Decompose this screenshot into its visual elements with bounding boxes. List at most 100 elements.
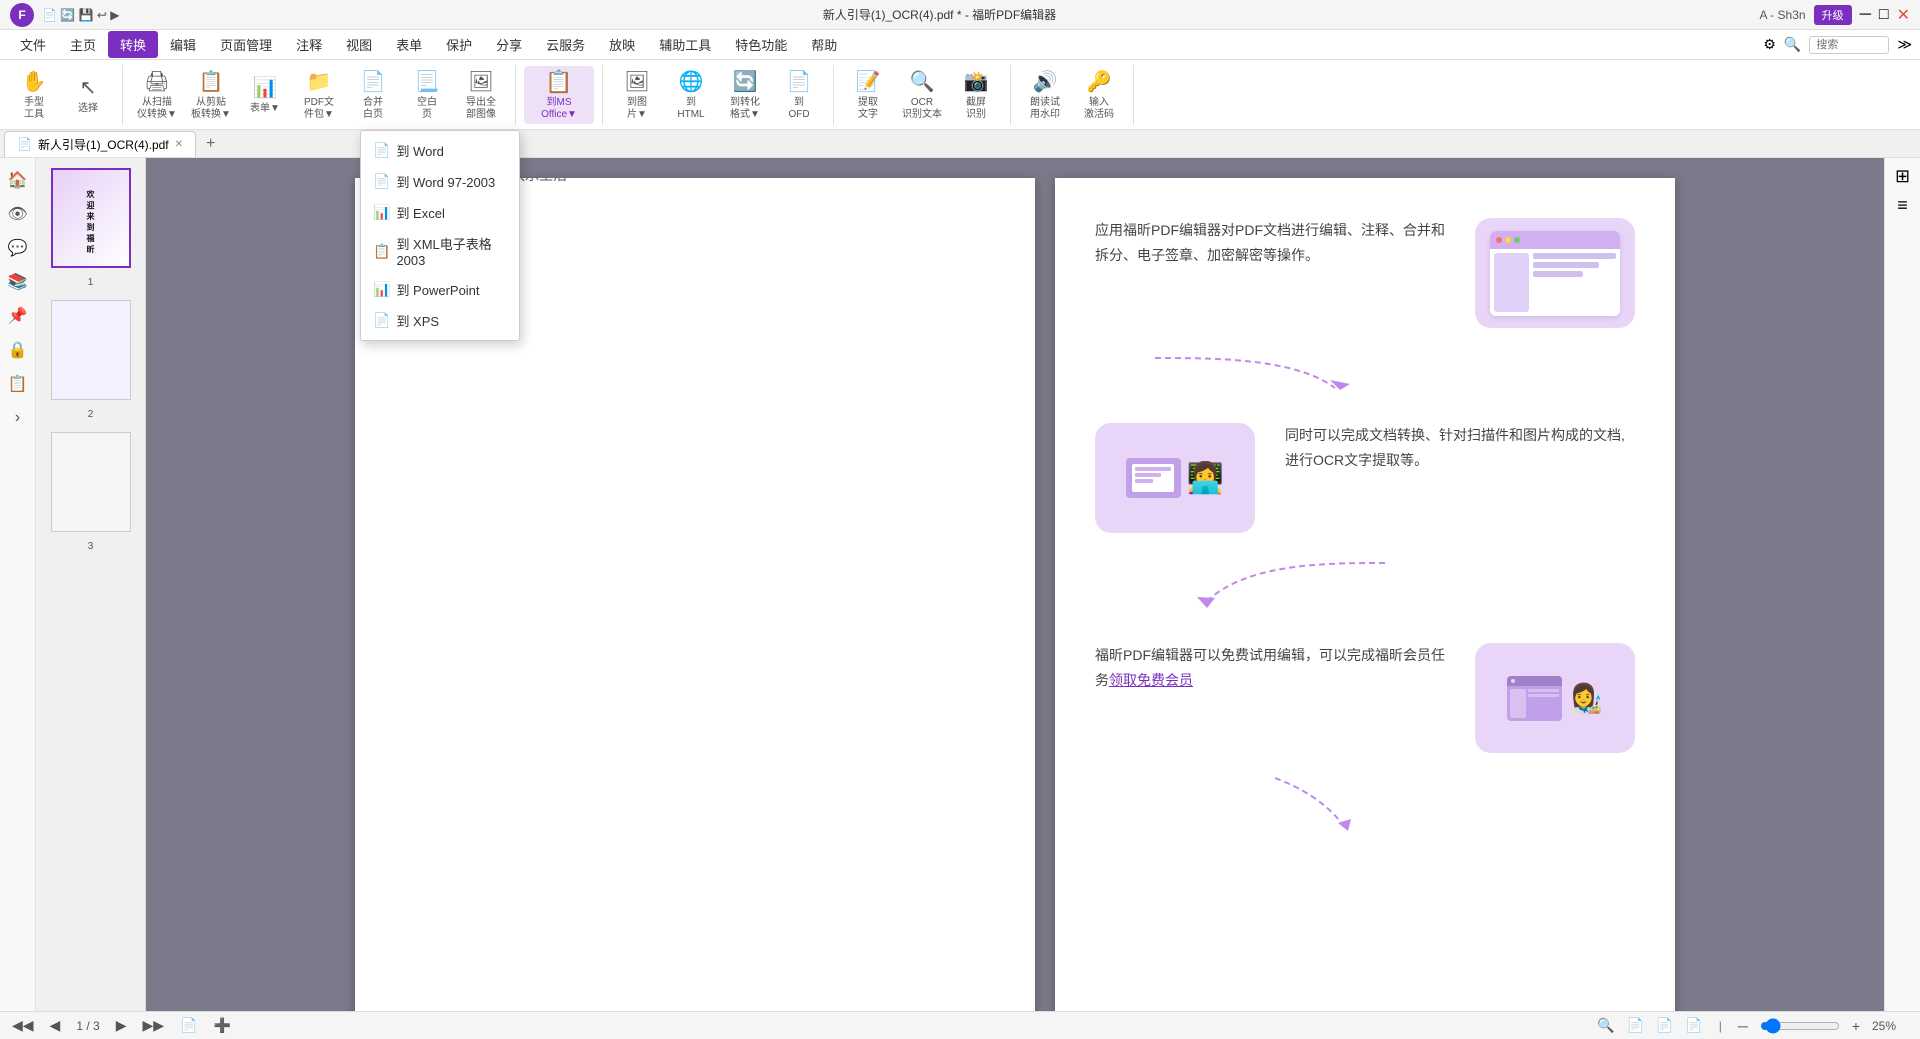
to-ofd-button[interactable]: 📄 到OFD xyxy=(773,66,825,124)
screenshot-ocr-button[interactable]: 📸 截屏识别 xyxy=(950,66,1002,124)
arrow-1 xyxy=(1135,348,1635,408)
ocr-icon: 🔍 xyxy=(910,69,935,94)
menu-page-mgmt[interactable]: 页面管理 xyxy=(208,31,284,58)
menu-cloud[interactable]: 云服务 xyxy=(534,31,597,58)
nav-last-button[interactable]: ▶▶ xyxy=(142,1017,164,1034)
menu-tools[interactable]: 辅助工具 xyxy=(647,31,723,58)
feature-1-illustration xyxy=(1475,218,1635,328)
merge-button[interactable]: 📄 合并白页 xyxy=(347,66,399,124)
to-excel-item[interactable]: 📊 到 Excel xyxy=(361,197,519,228)
scan-convert-button[interactable]: 🖨 从扫描仪转换▼ xyxy=(131,66,183,124)
menu-protect[interactable]: 保护 xyxy=(434,31,484,58)
nav-next-button[interactable]: ▶ xyxy=(116,1017,127,1034)
tab-bar: 📄 新人引导(1)_OCR(4).pdf ✕ + xyxy=(0,130,1920,158)
sidebar-home-icon[interactable]: 🏠 xyxy=(4,166,32,194)
new-tab-button[interactable]: + xyxy=(198,133,223,155)
zoom-fit-icon[interactable]: 🔍 xyxy=(1597,1017,1614,1034)
titlebar-left: F 📄 🔄 💾 ↩ ▶ xyxy=(10,3,119,27)
to-image-button[interactable]: 🖼 到图片▼ xyxy=(611,66,663,124)
to-word-97-item[interactable]: 📄 到 Word 97-2003 xyxy=(361,166,519,197)
right-collapse-icon[interactable]: ≡ xyxy=(1893,191,1912,220)
member-link[interactable]: 领取免费会员 xyxy=(1109,672,1193,688)
to-ms-office-button[interactable]: 📋 到MSOffice▼ xyxy=(524,66,594,124)
feature-2-text-area: 同时可以完成文档转换、针对扫描件和图片构成的文档,进行OCR文字提取等。 xyxy=(1285,423,1635,473)
toolbar: ✋ 手型工具 ↖ 选择 🖨 从扫描仪转换▼ 📋 从剪贴板转换▼ 📊 表单▼ 📁 … xyxy=(0,60,1920,130)
activate-button[interactable]: 🔑 输入激活码 xyxy=(1073,66,1125,124)
zoom-slider[interactable] xyxy=(1760,1018,1840,1034)
settings-icon[interactable]: ⚙ xyxy=(1763,36,1776,53)
export-images-label: 导出全部图像 xyxy=(466,97,496,121)
hand-tool-label: 手型工具 xyxy=(24,97,44,121)
to-word-label: 到 Word xyxy=(396,141,443,160)
screenshot-icon: 📸 xyxy=(964,69,989,94)
page-view-double[interactable]: 📄 xyxy=(1656,1017,1673,1034)
tab-label: 新人引导(1)_OCR(4).pdf xyxy=(38,136,169,153)
zoom-out-button[interactable]: ─ xyxy=(1738,1018,1748,1034)
thumbnail-3[interactable]: 3 xyxy=(51,432,131,554)
blank-page-button[interactable]: 📃 空白页 xyxy=(401,66,453,124)
close-button[interactable]: ✕ xyxy=(1897,5,1910,25)
menu-view[interactable]: 视图 xyxy=(334,31,384,58)
zoom-in-button[interactable]: + xyxy=(1852,1018,1860,1034)
export-images-button[interactable]: 🖼 导出全部图像 xyxy=(455,66,507,124)
sidebar-security-icon[interactable]: 🔒 xyxy=(4,336,32,364)
to-html-icon: 🌐 xyxy=(679,69,704,94)
sidebar-view-icon[interactable]: 👁 xyxy=(4,200,32,228)
to-xml-label: 到 XML电子表格2003 xyxy=(396,234,507,268)
clipboard-convert-button[interactable]: 📋 从剪贴板转换▼ xyxy=(185,66,237,124)
hand-tool-button[interactable]: ✋ 手型工具 xyxy=(8,66,60,124)
page-copy-button[interactable]: 📄 xyxy=(180,1017,197,1034)
menu-share[interactable]: 分享 xyxy=(484,31,534,58)
upgrade-button[interactable]: 升级 xyxy=(1814,5,1852,25)
thumbnail-2[interactable]: 2 xyxy=(51,300,131,422)
minimize-button[interactable]: ─ xyxy=(1860,6,1871,24)
menu-file[interactable]: 文件 xyxy=(8,31,58,58)
clipboard-icon: 📋 xyxy=(199,69,224,94)
nav-first-button[interactable]: ◀◀ xyxy=(12,1017,34,1034)
table-button[interactable]: 📊 表单▼ xyxy=(239,66,291,124)
menu-edit[interactable]: 编辑 xyxy=(158,31,208,58)
to-xps-item[interactable]: 📄 到 XPS xyxy=(361,305,519,336)
page-insert-button[interactable]: ➕ xyxy=(213,1017,230,1034)
menu-comment[interactable]: 注释 xyxy=(284,31,334,58)
sidebar-bookmark-icon[interactable]: 📌 xyxy=(4,302,32,330)
menu-convert[interactable]: 转换 xyxy=(108,31,158,58)
tab-current-file[interactable]: 📄 新人引导(1)_OCR(4).pdf ✕ xyxy=(4,131,196,157)
expand-icon[interactable]: ≫ xyxy=(1897,36,1912,53)
tab-close-button[interactable]: ✕ xyxy=(175,139,183,150)
right-expand-icon[interactable]: ⊞ xyxy=(1891,162,1914,191)
extract-text-button[interactable]: 📝 提取文字 xyxy=(842,66,894,124)
pdf-package-button[interactable]: 📁 PDF文件包▼ xyxy=(293,66,345,124)
tts-button[interactable]: 🔊 朗读试用水印 xyxy=(1019,66,1071,124)
toolbar-group-other: 🔊 朗读试用水印 🔑 输入激活码 xyxy=(1019,65,1134,125)
menu-right: ⚙ 🔍 ≫ xyxy=(1763,36,1912,54)
sidebar-layers-icon[interactable]: 📚 xyxy=(4,268,32,296)
sidebar-comment-icon[interactable]: 💬 xyxy=(4,234,32,262)
sidebar-expand-icon[interactable]: › xyxy=(4,404,32,432)
nav-prev-button[interactable]: ◀ xyxy=(50,1017,61,1034)
menu-present[interactable]: 放映 xyxy=(597,31,647,58)
ocr-recognize-button[interactable]: 🔍 OCR识别文本 xyxy=(896,66,948,124)
sidebar-pages-icon[interactable]: 📋 xyxy=(4,370,32,398)
page-view-scroll[interactable]: 📄 xyxy=(1685,1017,1702,1034)
select-tool-button[interactable]: ↖ 选择 xyxy=(62,66,114,124)
to-word-item[interactable]: 📄 到 Word xyxy=(361,135,519,166)
menu-home[interactable]: 主页 xyxy=(58,31,108,58)
feature-2: 👩‍💻 同时可以完成文档转换、针对扫描件和图片构成的文档,进行OCR文字提取等。 xyxy=(1095,423,1635,533)
feature-3-illustration: 👩‍🎨 xyxy=(1475,643,1635,753)
to-powerpoint-item[interactable]: 📊 到 PowerPoint xyxy=(361,274,519,305)
page-view-single[interactable]: 📄 xyxy=(1626,1017,1643,1034)
search-icon[interactable]: 🔍 xyxy=(1784,36,1801,53)
to-xml-item[interactable]: 📋 到 XML电子表格2003 xyxy=(361,228,519,274)
maximize-button[interactable]: □ xyxy=(1879,6,1889,24)
to-format-label: 到转化格式▼ xyxy=(730,97,760,121)
pdf-file-icon: 📄 xyxy=(17,137,32,151)
menu-help[interactable]: 帮助 xyxy=(799,31,849,58)
menu-features[interactable]: 特色功能 xyxy=(723,31,799,58)
to-format-button[interactable]: 🔄 到转化格式▼ xyxy=(719,66,771,124)
search-input[interactable] xyxy=(1809,36,1889,54)
menu-form[interactable]: 表单 xyxy=(384,31,434,58)
thumbnail-1[interactable]: 欢迎来到福昕 1 xyxy=(51,168,131,290)
to-html-button[interactable]: 🌐 到HTML xyxy=(665,66,717,124)
page-info: 1 / 3 xyxy=(76,1019,99,1033)
